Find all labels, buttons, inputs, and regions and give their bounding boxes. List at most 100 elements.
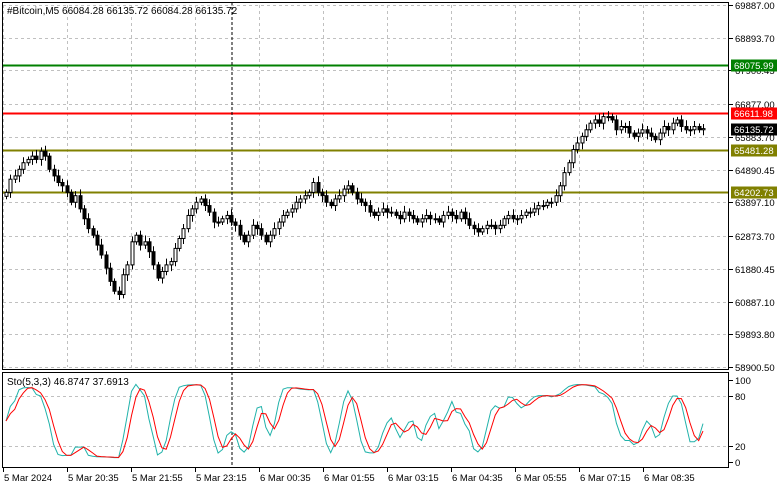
candle-body (251, 224, 256, 236)
candle-body (614, 119, 619, 131)
candle-body (437, 218, 442, 223)
candle-body (259, 228, 264, 236)
candle-body (82, 208, 87, 220)
candle-body (688, 129, 693, 132)
candle-body (359, 198, 364, 203)
candle-body (13, 175, 18, 180)
candle-body (610, 116, 615, 121)
candle-body (78, 195, 83, 210)
candle-body (545, 201, 550, 207)
candle-body (398, 214, 403, 220)
candle-body (56, 175, 61, 183)
candle-body (446, 211, 451, 216)
price-tick-label: 59893.80 (735, 330, 775, 341)
candle-body (333, 198, 338, 207)
candle-body (60, 181, 65, 187)
candle-body (407, 211, 412, 216)
candle-body (26, 158, 31, 164)
candle-body (355, 191, 360, 200)
candle-body (493, 224, 498, 230)
candle-body (73, 195, 78, 203)
time-tick-label: 6 Mar 08:35 (644, 473, 695, 484)
stochastic-tick-label: 80 (735, 392, 746, 403)
price-tick-label: 61880.45 (735, 265, 775, 276)
candle-body (177, 238, 182, 249)
candle-body (511, 214, 516, 220)
candle-body (181, 228, 186, 240)
candle-body (433, 218, 438, 221)
time-tick-label: 6 Mar 04:35 (452, 473, 503, 484)
candle-body (194, 201, 199, 210)
candle-body (415, 218, 420, 223)
level-value-resistance: 66611.98 (734, 109, 773, 120)
candle-body (363, 201, 368, 207)
candle-body (350, 185, 355, 193)
candle-body (173, 247, 178, 263)
price-tick-label: 64890.45 (735, 166, 775, 177)
candle-body (169, 261, 174, 266)
candle-body (342, 188, 347, 197)
candle-body (112, 280, 117, 292)
candle-body (645, 129, 650, 134)
candle-body (684, 125, 689, 131)
candle-body (658, 132, 663, 141)
time-tick-label: 6 Mar 00:35 (260, 473, 311, 484)
candle-body (52, 168, 57, 177)
candle-body (697, 125, 702, 131)
candle-body (498, 224, 503, 230)
candle-body (34, 155, 39, 160)
price-tick-label: 69887.00 (735, 1, 775, 12)
candle-body (160, 270, 165, 279)
candle-body (324, 195, 329, 203)
chart-canvas: 69887.0068893.7067900.4566877.0065883.70… (0, 0, 781, 489)
candle-body (558, 185, 563, 197)
candle-body (21, 162, 26, 170)
candle-body (329, 201, 334, 207)
level-value-upper_target: 68075.99 (734, 61, 774, 72)
candle-body (571, 149, 576, 164)
candle-body (203, 198, 208, 207)
candle-body (147, 241, 152, 253)
candle-body (69, 191, 74, 203)
candle-body (679, 119, 684, 127)
price-tick-label: 60887.10 (735, 298, 775, 309)
candle-body (536, 205, 541, 210)
candle-body (567, 162, 572, 174)
candle-body (311, 181, 316, 193)
candle-body (156, 264, 161, 279)
candle-body (467, 218, 472, 226)
candle-body (450, 211, 455, 216)
candle-body (199, 198, 204, 203)
price-tick-label: 58900.50 (735, 363, 775, 374)
candle-body (597, 119, 602, 124)
candle-body (246, 234, 251, 243)
candle-body (47, 155, 52, 170)
candle-body (316, 181, 321, 193)
candle-body (290, 208, 295, 213)
candle-body (212, 211, 217, 223)
candle-body (549, 201, 554, 204)
candle-body (281, 214, 286, 223)
candle-body (117, 290, 122, 296)
candle-body (454, 214, 459, 220)
candle-body (121, 274, 126, 296)
candle-body (459, 211, 464, 220)
candle-body (411, 214, 416, 220)
candle-body (285, 211, 290, 216)
candle-body (580, 135, 585, 144)
candle-body (303, 195, 308, 200)
candle-body (4, 191, 9, 197)
candle-body (562, 172, 567, 187)
candle-body (337, 195, 342, 200)
time-tick-label: 5 Mar 2024 (4, 473, 52, 484)
candle-body (242, 234, 247, 243)
candle-body (575, 142, 580, 151)
candle-body (238, 224, 243, 236)
candle-body (506, 214, 511, 220)
candle-body (264, 234, 269, 243)
candle-body (376, 211, 381, 216)
candle-body (675, 119, 680, 124)
candle-body (485, 224, 490, 230)
chart-header: #Bitcoin,M5 66084.28 66135.72 66084.28 6… (7, 6, 238, 17)
candle-body (441, 214, 446, 223)
